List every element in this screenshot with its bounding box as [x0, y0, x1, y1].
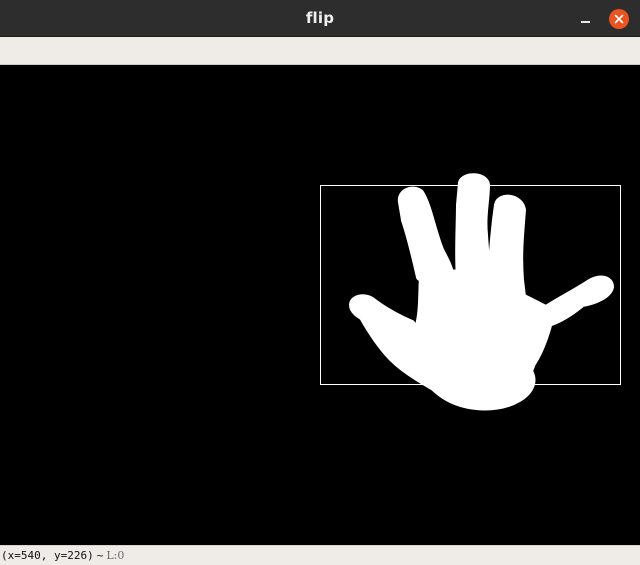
- status-separator: ~: [96, 549, 104, 562]
- close-icon: [614, 14, 624, 24]
- toolbar: [0, 37, 640, 65]
- title-bar[interactable]: flip: [0, 0, 640, 37]
- minimize-icon: [580, 21, 590, 23]
- close-button[interactable]: [609, 9, 629, 29]
- window-title: flip: [305, 9, 335, 27]
- cursor-coordinates: (x=540, y=226): [1, 549, 94, 562]
- minimize-button[interactable]: [575, 9, 595, 29]
- pixel-level: L:0: [106, 549, 125, 562]
- image-canvas[interactable]: [0, 65, 640, 545]
- binary-image: [0, 65, 640, 545]
- app-window: flip (x=540, y=226) ~ L:0: [0, 0, 640, 565]
- status-bar: (x=540, y=226) ~ L:0: [0, 545, 640, 565]
